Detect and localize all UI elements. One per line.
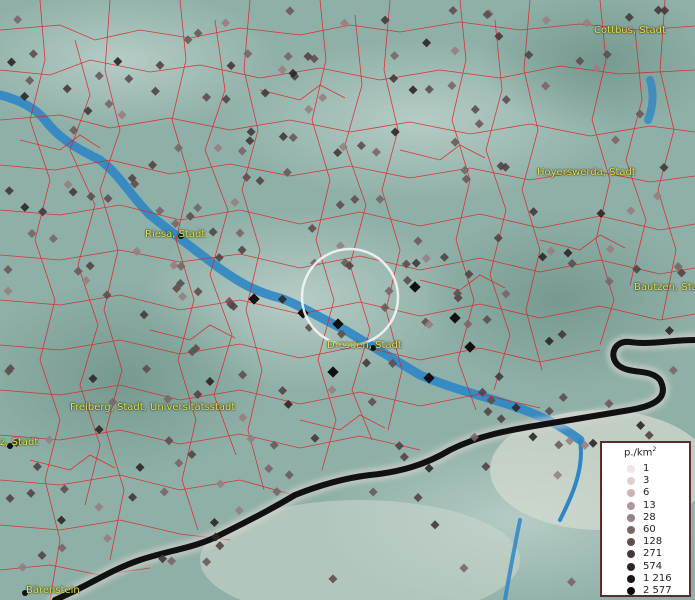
density-legend: p./km2 1 3 6 13 28 60 128 271 574 1 216 2 577: [600, 441, 691, 597]
legend-swatch: [627, 477, 635, 486]
legend-swatch: [627, 574, 635, 583]
city-label-barenstein: Bärenstein: [26, 585, 80, 596]
legend-label: 6: [643, 487, 650, 499]
legend-swatch: [627, 550, 635, 559]
city-label-freiberg: Freiberg, Stadt, Universitätsstadt: [70, 402, 236, 413]
city-label-bautzen: Bautzen, Stadt: [634, 282, 695, 293]
legend-label: 28: [643, 511, 656, 523]
legend-swatch: [627, 538, 635, 547]
legend-label: 1 216: [643, 572, 672, 584]
legend-label: 574: [643, 560, 663, 572]
city-label-cottbus: Cottbus, Stadt: [594, 25, 666, 36]
legend-label: 3: [643, 475, 650, 487]
map-canvas[interactable]: [0, 0, 695, 600]
terrain-layer: [0, 0, 695, 600]
city-label-dresden: Dresden, Stadt: [327, 340, 402, 351]
legend-swatch: [627, 489, 635, 498]
legend-swatch: [627, 465, 635, 473]
legend-swatch: [627, 513, 635, 522]
city-label-riesa: Riesa, Stadt: [145, 229, 206, 240]
city-label-z: z, Stadt: [0, 437, 39, 448]
legend-unit: p./km2: [624, 446, 657, 459]
legend-label: 13: [643, 499, 656, 511]
legend-label: 128: [643, 536, 663, 548]
legend-swatch: [627, 501, 635, 510]
legend-swatch: [627, 526, 635, 534]
legend-label: 271: [643, 548, 663, 560]
legend-swatch: [627, 587, 635, 595]
legend-label: 2 577: [643, 585, 672, 596]
legend-swatch: [627, 562, 635, 571]
legend-label: 60: [643, 524, 656, 535]
legend-label: 1: [643, 463, 650, 474]
city-label-hoyerswerda: Hoyerswerda, Stadt: [537, 167, 636, 178]
